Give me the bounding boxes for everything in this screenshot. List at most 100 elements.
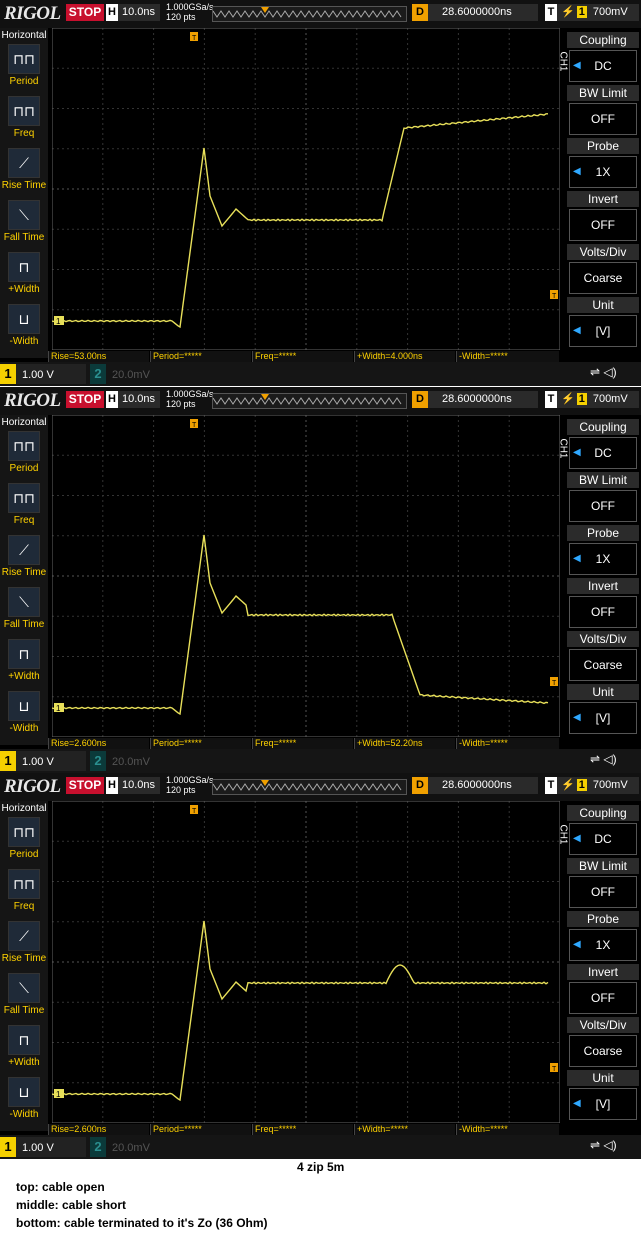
horizontal-menu-item[interactable]: ⟍ Fall Time bbox=[0, 587, 48, 630]
measurement-readout: Rise=2.600ns bbox=[48, 738, 149, 749]
horizontal-menu-item[interactable]: ⊓⊓ Freq bbox=[0, 96, 48, 139]
channel-menu-value-text: DC bbox=[594, 59, 612, 73]
waveform-display[interactable]: 1 T T bbox=[52, 415, 560, 737]
horizontal-menu-item[interactable]: ⊓⊓ Period bbox=[0, 44, 48, 87]
horizontal-menu-item[interactable]: ⊓⊓ Freq bbox=[0, 483, 48, 526]
horizontal-menu-item[interactable]: ⊓⊓ Freq bbox=[0, 869, 48, 912]
status-bar: RIGOL STOP H 10.0ns 1.000GSa/s 120 pts D 28… bbox=[0, 0, 641, 28]
horizontal-menu-item[interactable]: ⊓⊓ Period bbox=[0, 431, 48, 474]
horizontal-menu-item[interactable]: ⊓ +Width bbox=[0, 1025, 48, 1068]
horizontal-menu-item[interactable]: ⟍ Fall Time bbox=[0, 200, 48, 243]
timebase-readout[interactable]: H 10.0ns bbox=[106, 391, 160, 408]
ch1-scale-value: 1.00 V bbox=[22, 756, 54, 768]
timebase-value: 10.0ns bbox=[122, 393, 156, 405]
channel-menu-item[interactable]: Unit ◀ [V] bbox=[567, 1070, 639, 1120]
channel-menu-value[interactable]: OFF bbox=[569, 876, 637, 908]
ch2-scale[interactable]: 2 20.0mV bbox=[90, 751, 180, 771]
channel-menu-item[interactable]: Unit ◀ [V] bbox=[567, 684, 639, 734]
channel-menu-item[interactable]: Coupling ◀ DC bbox=[567, 32, 639, 82]
trigger-readout[interactable]: T ⚡ 1 700mV bbox=[545, 4, 639, 21]
channel-menu-value[interactable]: ◀ [V] bbox=[569, 315, 637, 347]
timebase-label: H bbox=[106, 777, 118, 794]
channel-menu-item[interactable]: Coupling ◀ DC bbox=[567, 805, 639, 855]
channel-menu-value[interactable]: ◀ 1X bbox=[569, 156, 637, 188]
run-state-badge[interactable]: STOP bbox=[66, 777, 104, 794]
channel-menu-value[interactable]: Coarse bbox=[569, 649, 637, 681]
channel-menu-value[interactable]: ◀ DC bbox=[569, 437, 637, 469]
channel-menu-item[interactable]: Volts/Div Coarse bbox=[567, 244, 639, 294]
trigger-delay-readout[interactable]: D 28.6000000ns bbox=[412, 4, 538, 21]
channel-menu-item[interactable]: BW Limit OFF bbox=[567, 472, 639, 522]
trigger-level-label: T bbox=[552, 1066, 557, 1073]
waveform-display[interactable]: 1 T T bbox=[52, 801, 560, 1123]
channel-menu-item[interactable]: Probe ◀ 1X bbox=[567, 138, 639, 188]
ch2-scale[interactable]: 2 20.0mV bbox=[90, 364, 180, 384]
horizontal-menu-item[interactable]: ⊔ -Width bbox=[0, 1077, 48, 1120]
horizontal-menu-label: -Width bbox=[9, 1109, 39, 1120]
ch1-scale[interactable]: 1 1.00 V bbox=[0, 1137, 86, 1157]
channel-menu-value[interactable]: OFF bbox=[569, 490, 637, 522]
channel-menu-item[interactable]: Coupling ◀ DC bbox=[567, 419, 639, 469]
channel-menu-value[interactable]: ◀ DC bbox=[569, 50, 637, 82]
channel-bar: 1 1.00 V 2 20.0mV ⇌ ◁) bbox=[0, 1135, 641, 1159]
run-state-badge[interactable]: STOP bbox=[66, 391, 104, 408]
horizontal-menu-label: Rise Time bbox=[1, 567, 47, 578]
horizontal-menu-item[interactable]: ⊓ +Width bbox=[0, 639, 48, 682]
channel-menu-value[interactable]: Coarse bbox=[569, 262, 637, 294]
timebase-readout[interactable]: H 10.0ns bbox=[106, 4, 160, 21]
channel-menu-value[interactable]: OFF bbox=[569, 982, 637, 1014]
brand-logo: RIGOL bbox=[4, 3, 61, 24]
waveform-display[interactable]: 1 T T bbox=[52, 28, 560, 350]
memory-position-bar[interactable] bbox=[212, 393, 407, 409]
channel-menu-item[interactable]: Volts/Div Coarse bbox=[567, 1017, 639, 1067]
channel-menu-item[interactable]: Invert OFF bbox=[567, 578, 639, 628]
channel-menu-item[interactable]: Probe ◀ 1X bbox=[567, 525, 639, 575]
channel-menu-value[interactable]: OFF bbox=[569, 103, 637, 135]
horizontal-menu-item[interactable]: ⟋ Rise Time bbox=[0, 535, 48, 578]
horizontal-menu-item[interactable]: ⊔ -Width bbox=[0, 691, 48, 734]
ch1-scale[interactable]: 1 1.00 V bbox=[0, 751, 86, 771]
channel-menu-value-text: Coarse bbox=[583, 271, 623, 285]
trigger-delay-readout[interactable]: D 28.6000000ns bbox=[412, 391, 538, 408]
channel-menu-value[interactable]: ◀ 1X bbox=[569, 929, 637, 961]
channel-menu-value[interactable]: OFF bbox=[569, 209, 637, 241]
channel-menu-label: Coupling bbox=[567, 419, 639, 435]
channel-menu-item[interactable]: Unit ◀ [V] bbox=[567, 297, 639, 347]
horizontal-menu-item[interactable]: ⊓⊓ Period bbox=[0, 817, 48, 860]
measurement-bar: Rise=2.600ns Period=***** Freq=***** +Width… bbox=[48, 1124, 560, 1135]
trigger-readout[interactable]: T ⚡ 1 700mV bbox=[545, 777, 639, 794]
memory-position-bar[interactable] bbox=[212, 6, 407, 22]
measurement-readout: -Width=***** bbox=[456, 738, 559, 749]
channel-menu-item[interactable]: Invert OFF bbox=[567, 191, 639, 241]
run-state-badge[interactable]: STOP bbox=[66, 4, 104, 21]
trigger-readout[interactable]: T ⚡ 1 700mV bbox=[545, 391, 639, 408]
channel-menu-value[interactable]: ◀ [V] bbox=[569, 1088, 637, 1120]
timebase-readout[interactable]: H 10.0ns bbox=[106, 777, 160, 794]
channel-menu-value[interactable]: ◀ DC bbox=[569, 823, 637, 855]
horizontal-menu-item[interactable]: ⟋ Rise Time bbox=[0, 921, 48, 964]
ch1-marker-label: 1 bbox=[56, 704, 61, 713]
horizontal-menu-item[interactable]: ⟍ Fall Time bbox=[0, 973, 48, 1016]
horizontal-menu-label: -Width bbox=[9, 336, 39, 347]
channel-menu-value-text: OFF bbox=[591, 885, 615, 899]
trigger-delay-readout[interactable]: D 28.6000000ns bbox=[412, 777, 538, 794]
horizontal-menu-item[interactable]: ⊔ -Width bbox=[0, 304, 48, 347]
channel-menu-item[interactable]: BW Limit OFF bbox=[567, 858, 639, 908]
caption-line-top: top: cable open bbox=[16, 1180, 105, 1194]
horizontal-menu-item[interactable]: ⊓ +Width bbox=[0, 252, 48, 295]
channel-bar: 1 1.00 V 2 20.0mV ⇌ ◁) bbox=[0, 749, 641, 773]
ch2-scale[interactable]: 2 20.0mV bbox=[90, 1137, 180, 1157]
ch1-scale[interactable]: 1 1.00 V bbox=[0, 364, 86, 384]
memory-position-bar[interactable] bbox=[212, 779, 407, 795]
channel-menu-value[interactable]: ◀ 1X bbox=[569, 543, 637, 575]
channel-menu-item[interactable]: Probe ◀ 1X bbox=[567, 911, 639, 961]
channel-menu-value[interactable]: Coarse bbox=[569, 1035, 637, 1067]
channel-menu-value[interactable]: OFF bbox=[569, 596, 637, 628]
channel-menu-item[interactable]: BW Limit OFF bbox=[567, 85, 639, 135]
caption-line-middle: middle: cable short bbox=[16, 1198, 127, 1212]
horizontal-menu-item[interactable]: ⟋ Rise Time bbox=[0, 148, 48, 191]
channel-menu-item[interactable]: Volts/Div Coarse bbox=[567, 631, 639, 681]
measurement-bar: Rise=53.00ns Period=***** Freq=***** +Width… bbox=[48, 351, 560, 362]
channel-menu-item[interactable]: Invert OFF bbox=[567, 964, 639, 1014]
channel-menu-value[interactable]: ◀ [V] bbox=[569, 702, 637, 734]
